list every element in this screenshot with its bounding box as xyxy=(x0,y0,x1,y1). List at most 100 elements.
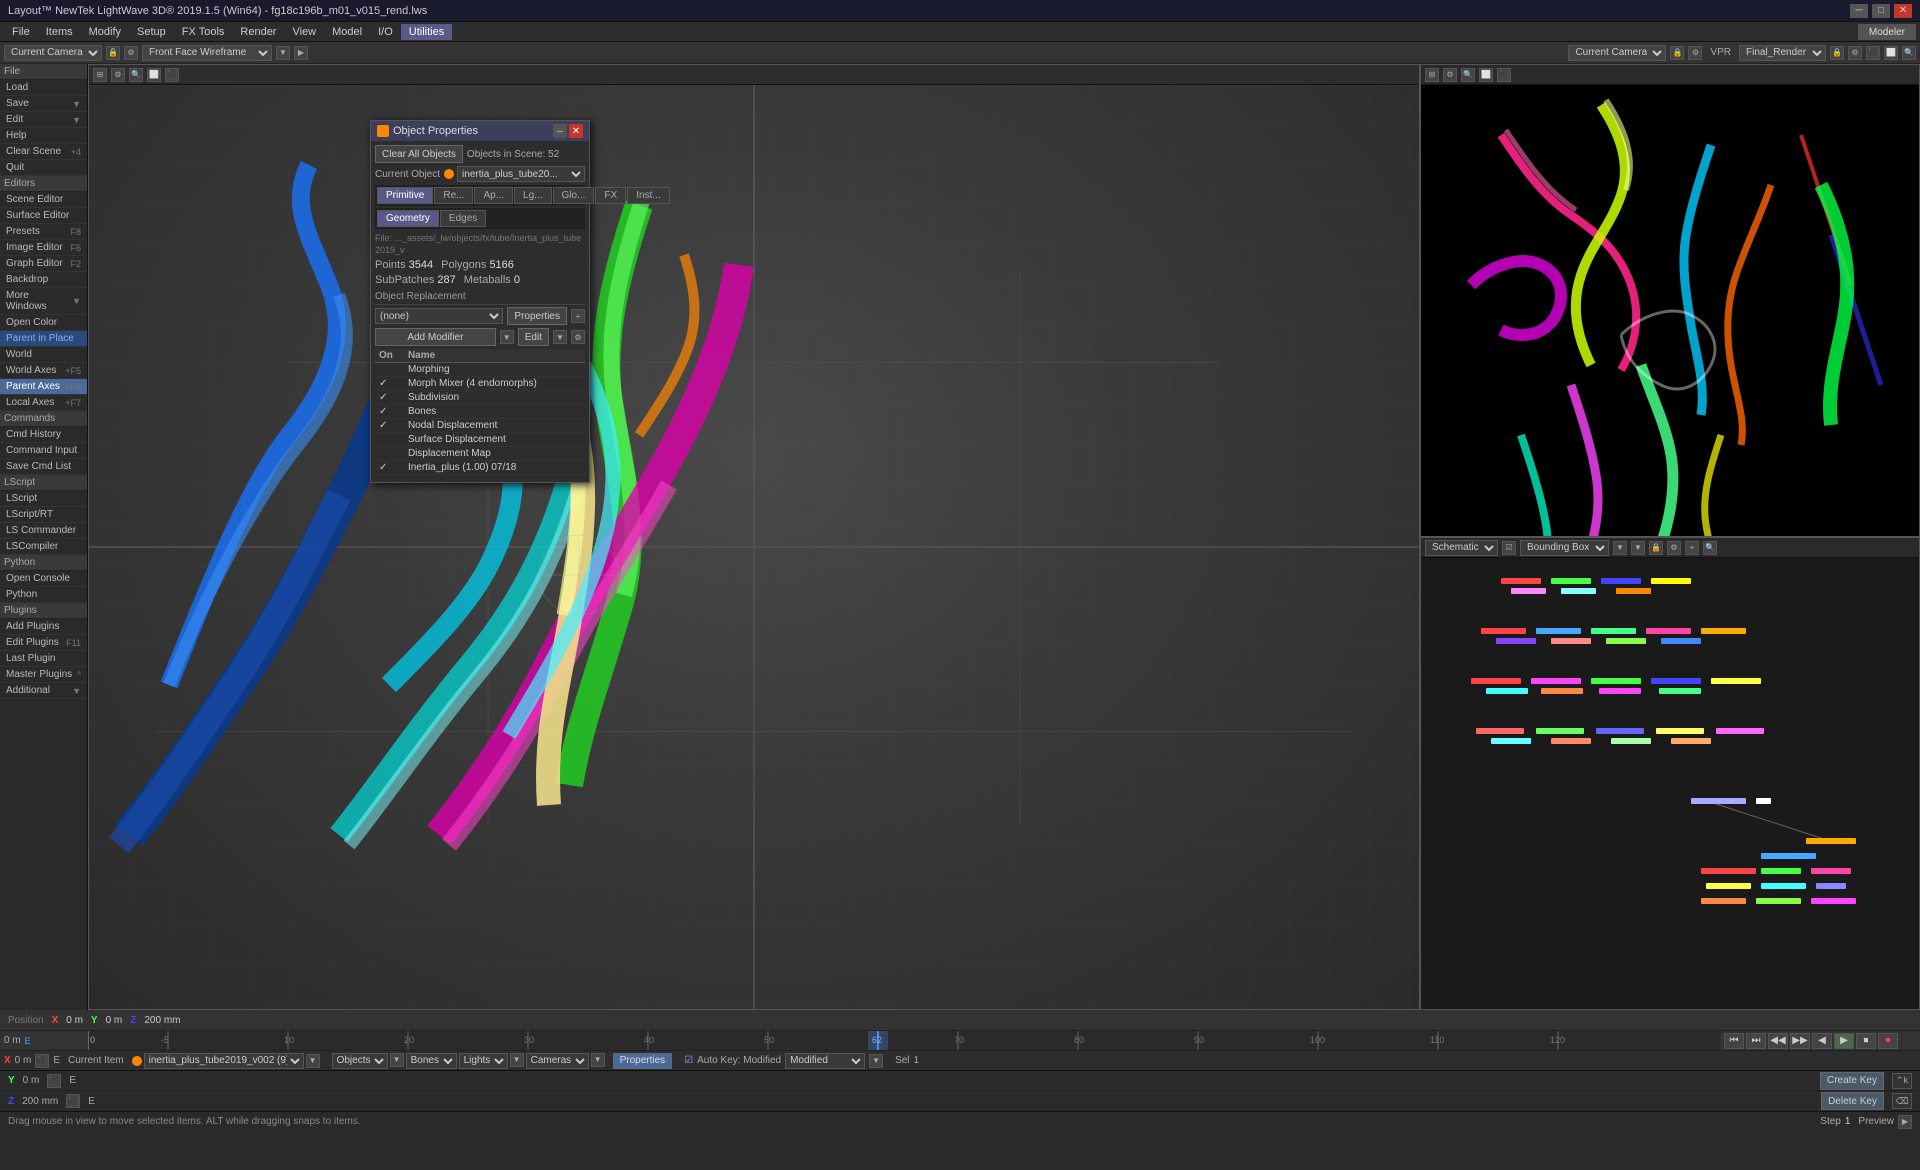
type-bones-select[interactable]: Bones xyxy=(406,1053,457,1069)
table-row[interactable]: Morphing xyxy=(375,363,585,377)
sidebar-load[interactable]: Load xyxy=(0,80,87,96)
modeler-button[interactable]: Modeler xyxy=(1858,24,1916,40)
sidebar-add-plugins[interactable]: Add Plugins xyxy=(0,619,87,635)
close-button[interactable]: ✕ xyxy=(1894,4,1912,18)
lights-dd-icon[interactable]: ▼ xyxy=(510,1053,524,1067)
render-vp-icon5[interactable]: ⬛ xyxy=(1497,68,1511,82)
sidebar-python[interactable]: Python xyxy=(0,587,87,603)
render-vp-icon3[interactable]: 🔍 xyxy=(1461,68,1475,82)
main-vp-icon1[interactable]: ⊞ xyxy=(93,68,107,82)
modifier-settings-icon[interactable]: ⚙ xyxy=(571,330,585,344)
menu-render[interactable]: Render xyxy=(232,24,284,40)
objects-dd-icon[interactable]: ▼ xyxy=(390,1053,404,1067)
python-section-header[interactable]: Python xyxy=(0,555,87,571)
menu-io[interactable]: I/O xyxy=(370,24,401,40)
sidebar-open-color[interactable]: Open Color xyxy=(0,315,87,331)
dialog-close-btn[interactable]: ✕ xyxy=(569,124,583,138)
schematic-viewport[interactable]: Schematic ☑ Bounding Box ▼ ▼ 🔒 ⚙ + 🔍 xyxy=(1420,537,1920,1010)
render-icon3[interactable]: 🔍 xyxy=(1902,46,1916,60)
sidebar-graph-editor[interactable]: Graph EditorF2 xyxy=(0,256,87,272)
current-item-select[interactable]: inertia_plus_tube2019_v002 (9) xyxy=(144,1053,304,1069)
sidebar-command-input[interactable]: Command Input xyxy=(0,443,87,459)
menu-fxtools[interactable]: FX Tools xyxy=(174,24,233,40)
camera-settings-icon[interactable]: ⚙ xyxy=(124,46,138,60)
y-key-icon[interactable]: ⬛ xyxy=(47,1074,61,1088)
properties-bottom-btn[interactable]: Properties xyxy=(613,1053,673,1069)
camera-select-right[interactable]: Current Camera xyxy=(1568,45,1666,61)
sidebar-save-cmd[interactable]: Save Cmd List xyxy=(0,459,87,475)
sidebar-cmd-history[interactable]: Cmd History xyxy=(0,427,87,443)
tab-re[interactable]: Re... xyxy=(434,187,473,204)
table-row[interactable]: Surface Displacement xyxy=(375,433,585,447)
sidebar-ls-commander[interactable]: LS Commander xyxy=(0,523,87,539)
table-row[interactable]: ✓ Inertia_plus (1.00) 07/18 xyxy=(375,461,585,475)
render-mode-select[interactable]: Final_Render xyxy=(1739,45,1826,61)
type-objects-select[interactable]: Objects xyxy=(332,1053,388,1069)
main-scene-canvas[interactable] xyxy=(89,85,1419,1009)
render-vp-icon2[interactable]: ⚙ xyxy=(1443,68,1457,82)
lscript-section-header[interactable]: LScript xyxy=(0,475,87,491)
minimize-button[interactable]: ─ xyxy=(1850,4,1868,18)
tab-glo[interactable]: Glo... xyxy=(553,187,595,204)
sidebar-lscript-rt[interactable]: LScript/RT xyxy=(0,507,87,523)
cameras-dd-icon[interactable]: ▼ xyxy=(591,1053,605,1067)
schema-check-icon[interactable]: ☑ xyxy=(1502,541,1516,555)
edit-modifier-dd-icon[interactable]: ▼ xyxy=(553,330,567,344)
menu-model[interactable]: Model xyxy=(324,24,370,40)
schema-search-icon[interactable]: 🔍 xyxy=(1703,541,1717,555)
schema-settings-icon[interactable]: ⚙ xyxy=(1667,541,1681,555)
menu-items[interactable]: Items xyxy=(38,24,81,40)
schema-dd-icon[interactable]: ▼ xyxy=(1613,541,1627,555)
main-vp-icon3[interactable]: 🔍 xyxy=(129,68,143,82)
sidebar-master-plugins[interactable]: Master Plugins° xyxy=(0,667,87,683)
sidebar-local-axes[interactable]: Local Axes+F7 xyxy=(0,395,87,411)
sidebar-backdrop[interactable]: Backdrop xyxy=(0,272,87,288)
btn-next-key[interactable]: ▶▶ xyxy=(1790,1033,1810,1049)
table-row[interactable]: ✓ Bones xyxy=(375,405,585,419)
bounding-box-select[interactable]: Bounding Box xyxy=(1520,540,1609,556)
sidebar-quit[interactable]: Quit xyxy=(0,160,87,176)
render-lock-icon[interactable]: 🔒 xyxy=(1830,46,1844,60)
render-icon1[interactable]: ⬛ xyxy=(1866,46,1880,60)
item-dd-icon[interactable]: ▼ xyxy=(306,1054,320,1068)
view-mode-select[interactable]: Front Face Wireframe xyxy=(142,45,272,61)
sidebar-lscript[interactable]: LScript xyxy=(0,491,87,507)
clear-all-objects-btn[interactable]: Clear All Objects xyxy=(375,145,463,163)
dialog-minimize-btn[interactable]: ─ xyxy=(553,124,567,138)
table-row[interactable]: ✓ Subdivision xyxy=(375,391,585,405)
render-viewport[interactable]: ⊞ ⚙ 🔍 ⬜ ⬛ xyxy=(1420,64,1920,537)
timeline-bar[interactable]: 0 m E 0 -5 10 20 30 40 xyxy=(0,1031,1920,1051)
tab-inst[interactable]: Inst... xyxy=(627,187,669,204)
sidebar-edit[interactable]: Edit ▼ xyxy=(0,112,87,128)
btn-stop[interactable]: ⏹ xyxy=(1856,1033,1876,1049)
render-settings-icon[interactable]: ⚙ xyxy=(1848,46,1862,60)
editors-section-header[interactable]: Editors xyxy=(0,176,87,192)
sidebar-additional[interactable]: Additional▼ xyxy=(0,683,87,699)
btn-go-start[interactable]: ⏮ xyxy=(1724,1033,1744,1049)
autokey-dd-icon[interactable]: ▼ xyxy=(869,1054,883,1068)
file-section-header[interactable]: File xyxy=(0,64,87,80)
schema-dd2-icon[interactable]: ▼ xyxy=(1631,541,1645,555)
sidebar-parent-in-place[interactable]: Parent in Place xyxy=(0,331,87,347)
sidebar-open-console[interactable]: Open Console xyxy=(0,571,87,587)
type-lights-select[interactable]: Lights xyxy=(459,1053,508,1069)
tab-edges[interactable]: Edges xyxy=(440,210,486,227)
commands-section-header[interactable]: Commands xyxy=(0,411,87,427)
btn-prev-frame[interactable]: ◀ xyxy=(1812,1033,1832,1049)
render-icon2[interactable]: ⬜ xyxy=(1884,46,1898,60)
sidebar-surface-editor[interactable]: Surface Editor xyxy=(0,208,87,224)
sidebar-more-windows[interactable]: More Windows▼ xyxy=(0,288,87,315)
main-viewport[interactable]: ⊞ ⚙ 🔍 ⬜ ⬛ xyxy=(88,64,1420,1010)
preview-play-btn[interactable]: ▶ xyxy=(1898,1115,1912,1129)
autokey-check[interactable]: ☑ xyxy=(684,1055,693,1066)
sidebar-parent-axes[interactable]: Parent Axes+F6 xyxy=(0,379,87,395)
btn-play-fwd[interactable]: ▶ xyxy=(1834,1033,1854,1049)
main-vp-icon4[interactable]: ⬜ xyxy=(147,68,161,82)
schema-lock-icon[interactable]: 🔒 xyxy=(1649,541,1663,555)
properties-dialog-btn[interactable]: Properties xyxy=(507,307,567,325)
sidebar-clear-scene[interactable]: Clear Scene +4 xyxy=(0,144,87,160)
schema-add-icon[interactable]: + xyxy=(1685,541,1699,555)
btn-go-end[interactable]: ⏭ xyxy=(1746,1033,1766,1049)
sidebar-presets[interactable]: PresetsF8 xyxy=(0,224,87,240)
right-cam-settings-icon[interactable]: ⚙ xyxy=(1688,46,1702,60)
